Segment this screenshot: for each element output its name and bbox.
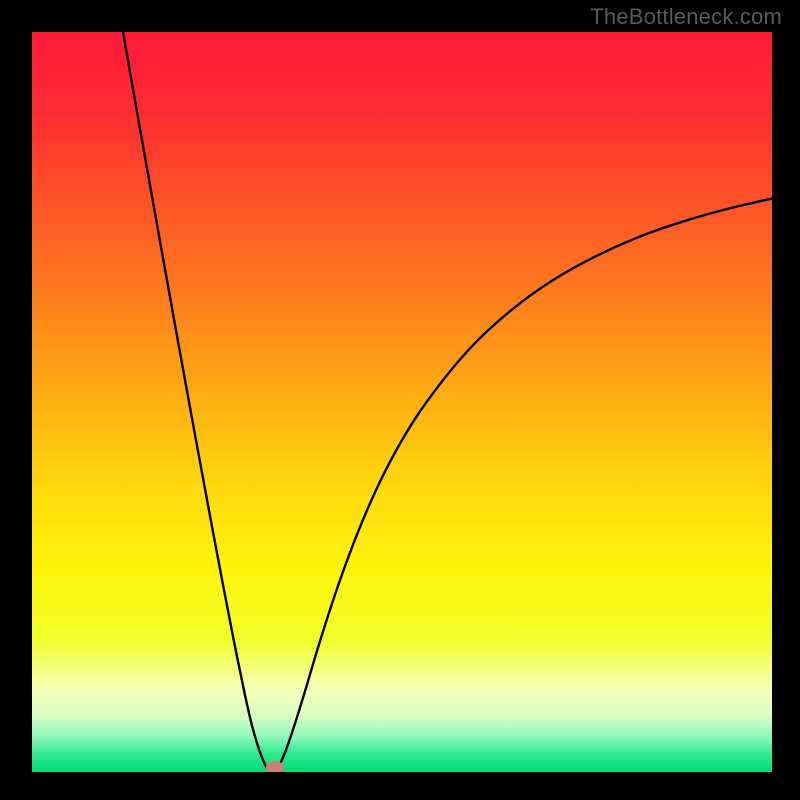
plot-svg <box>32 32 772 772</box>
plot-area <box>32 32 772 772</box>
plot-frame <box>32 32 772 772</box>
chart-stage: TheBottleneck.com <box>0 0 800 800</box>
watermark-text: TheBottleneck.com <box>590 4 782 30</box>
